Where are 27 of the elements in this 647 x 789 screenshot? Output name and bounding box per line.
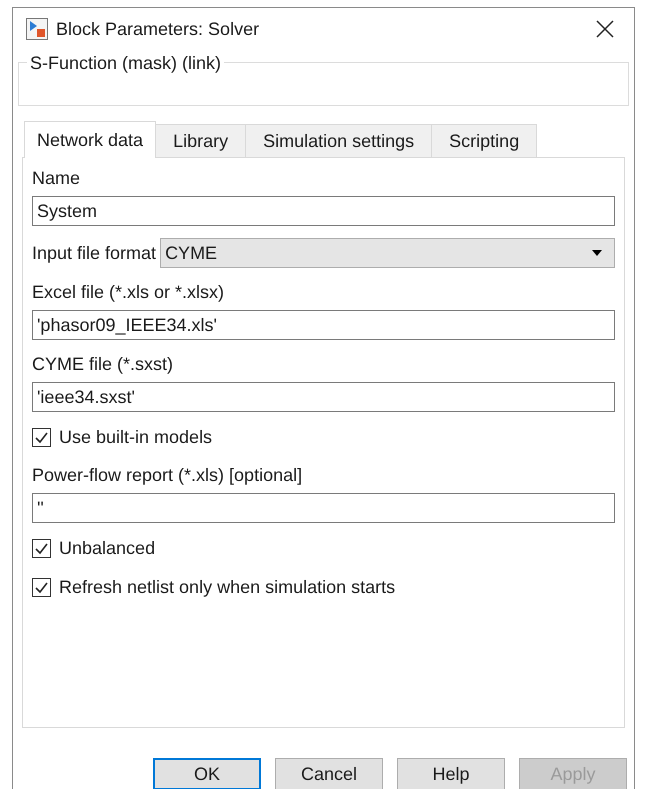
field-label: CYME file (*.sxst) (32, 353, 174, 376)
field-label: Excel file (*.xls or *.xlsx) (32, 281, 226, 304)
block-icon (26, 18, 48, 40)
dialog-button[interactable]: Cancel (275, 758, 383, 789)
checkbox[interactable] (32, 428, 51, 447)
text-field[interactable]: 'phasor09_IEEE34.xls' (32, 310, 615, 340)
text-field[interactable]: 'ieee34.sxst' (32, 382, 615, 412)
field-label: Input file format (32, 242, 156, 265)
checkbox-label: Unbalanced (59, 537, 156, 560)
tab[interactable]: Network data (24, 121, 156, 158)
dialog-button[interactable]: OK (153, 758, 261, 789)
tab[interactable]: Library (156, 124, 246, 157)
text-field[interactable]: System (32, 196, 615, 226)
checkbox-label: Refresh netlist only when simulation starts (59, 576, 396, 599)
close-icon (596, 20, 614, 38)
checkbox[interactable] (32, 578, 51, 597)
tab[interactable]: Simulation settings (246, 124, 432, 157)
window-title: Block Parameters: Solver (56, 18, 260, 40)
dropdown[interactable]: CYME (160, 238, 615, 268)
tab[interactable]: Scripting (432, 124, 538, 157)
text-field[interactable]: '' (32, 493, 615, 523)
caret-icon (592, 250, 602, 256)
dialog-button[interactable]: Help (397, 758, 505, 789)
field-label: Power-flow report (*.xls) [optional] (32, 464, 304, 487)
checkbox-label: Use built-in models (59, 426, 212, 449)
checkbox[interactable] (32, 539, 51, 558)
field-label: Name (32, 167, 82, 190)
